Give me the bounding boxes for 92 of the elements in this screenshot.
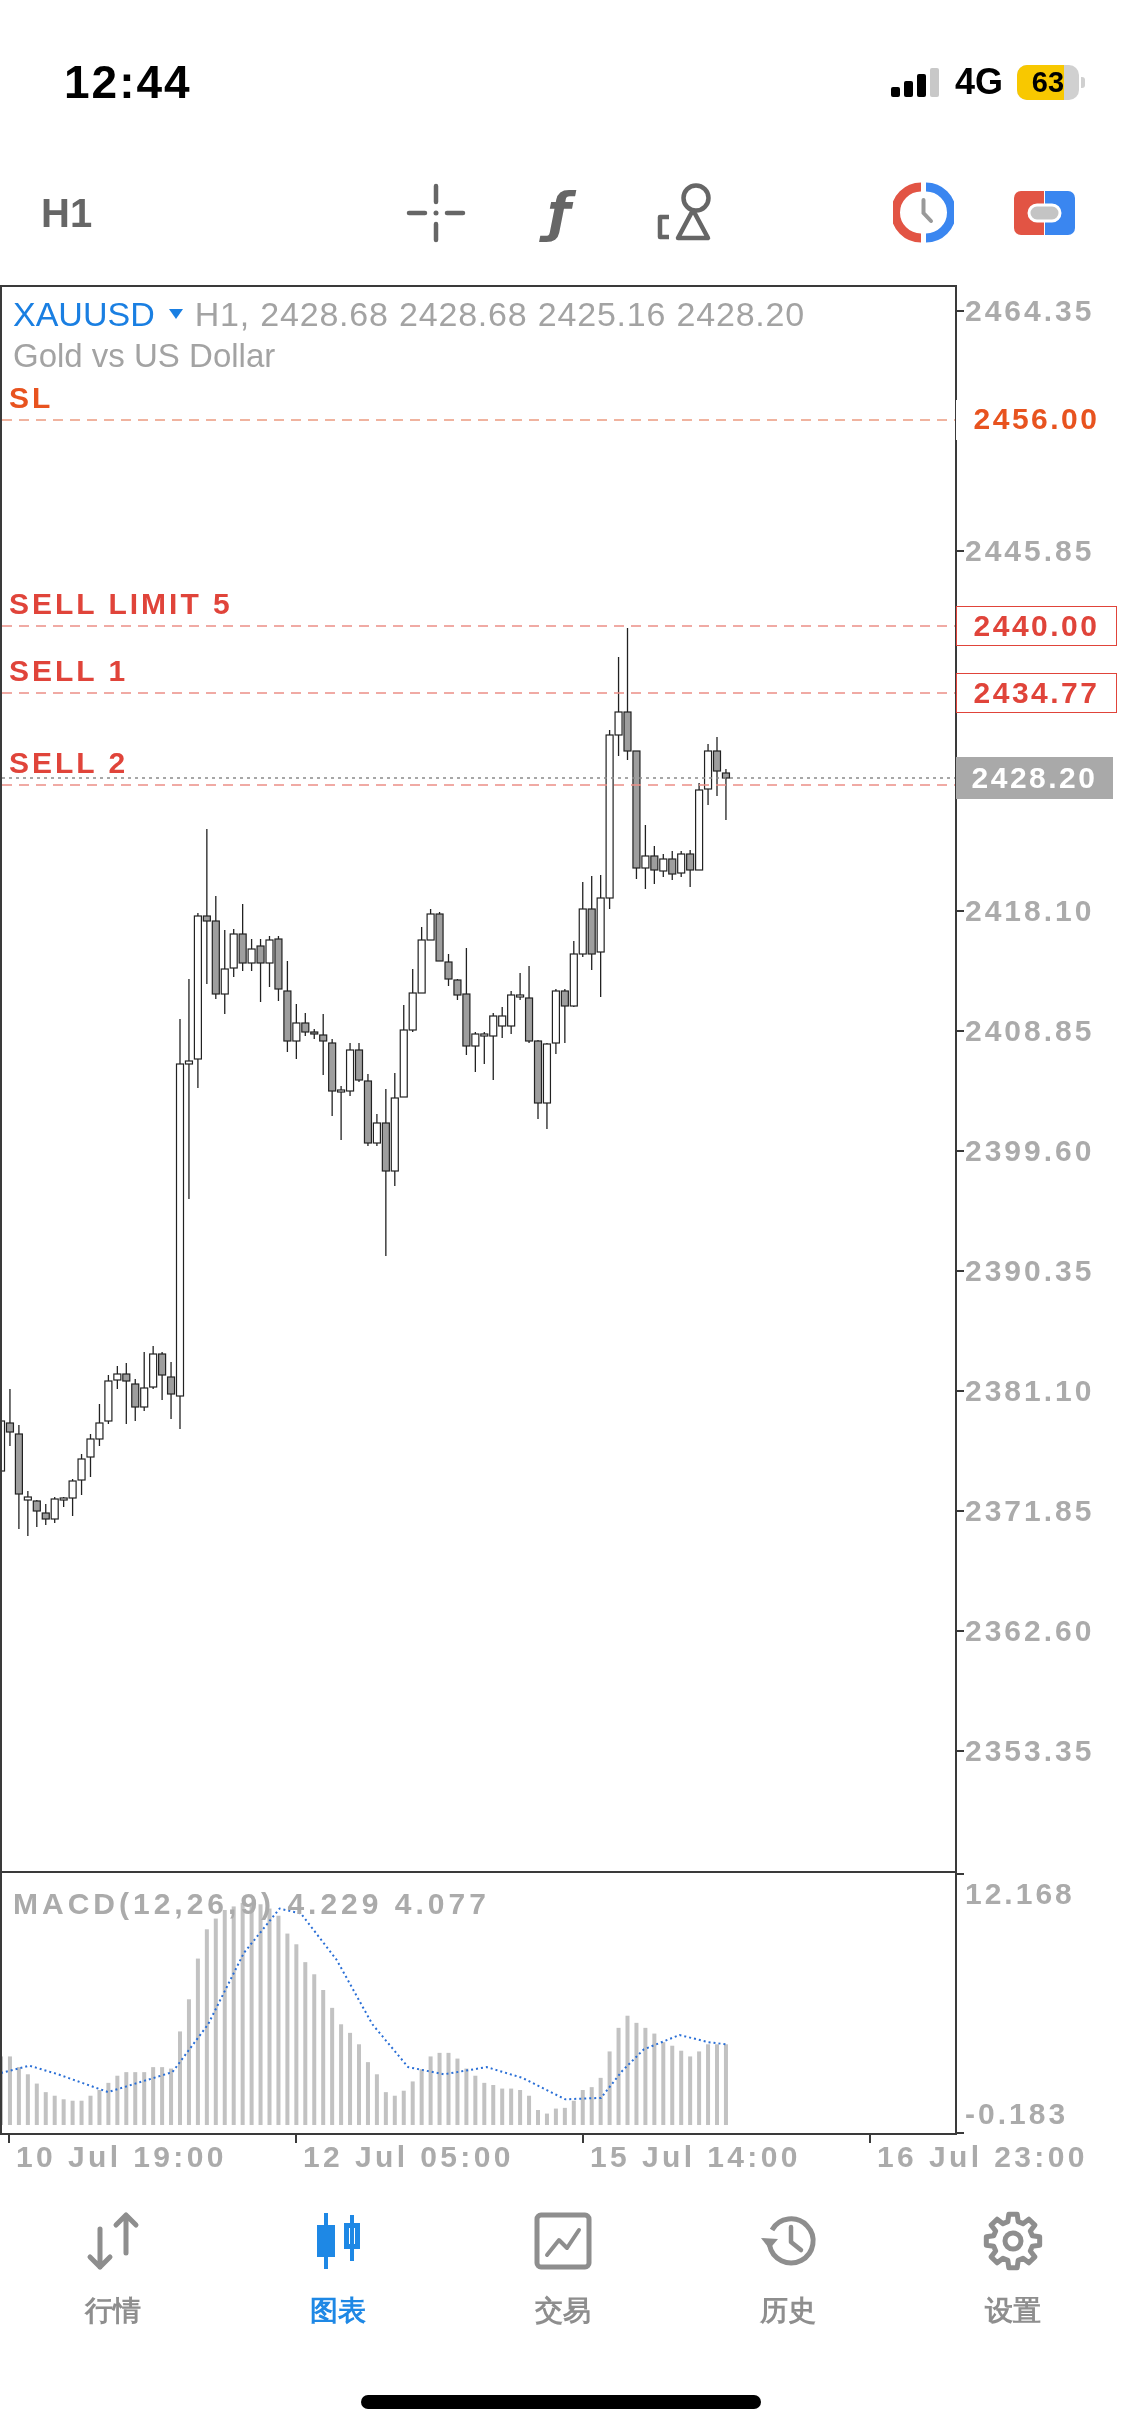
order-label: SELL 1: [9, 653, 129, 689]
price-label: 2464.35: [965, 293, 1095, 329]
price-label: 2418.10: [965, 893, 1095, 929]
histogram-bar: [464, 2068, 469, 2125]
histogram-bar: [518, 2090, 523, 2125]
switch-icon[interactable]: [1014, 190, 1075, 235]
crosshair-icon[interactable]: [406, 182, 466, 243]
indicator-scale-label: -0.183: [965, 2096, 1069, 2132]
histogram-bar: [52, 2095, 57, 2125]
histogram-bar: [61, 2099, 66, 2125]
histogram-bar: [88, 2095, 93, 2125]
histogram-bar: [151, 2067, 156, 2125]
time-label: 15 Jul 14:00: [590, 2140, 801, 2173]
histogram-bar: [410, 2081, 415, 2125]
price-label: 2390.35: [965, 1253, 1095, 1289]
histogram-bar: [169, 2068, 174, 2125]
tab[interactable]: 历史: [753, 2211, 822, 2329]
clock-icon[interactable]: [893, 182, 954, 243]
time-label: 16 Jul 23:00: [877, 2140, 1088, 2173]
order-line[interactable]: [2, 784, 955, 786]
histogram-bar: [527, 2095, 532, 2125]
network-type: 4G: [954, 61, 1003, 103]
histogram-bar: [97, 2090, 102, 2125]
histogram-bar: [7, 2056, 12, 2125]
settings-icon: [982, 2211, 1043, 2271]
price-tag: 2434.77: [956, 673, 1117, 713]
histogram-bar: [401, 2090, 406, 2125]
price-label: 2399.60: [965, 1133, 1095, 1169]
histogram-bar: [365, 2062, 370, 2125]
symbol-description: Gold vs US Dollar: [13, 336, 276, 376]
order-line[interactable]: [2, 625, 955, 627]
histogram-bar: [455, 2058, 460, 2125]
signal-icon: [890, 67, 941, 97]
histogram-bar: [580, 2090, 585, 2125]
histogram-bar: [536, 2110, 540, 2125]
histogram-bar: [688, 2056, 693, 2125]
histogram-bar: [16, 2067, 21, 2125]
histogram-bar: [133, 2072, 138, 2125]
histogram-bar: [142, 2072, 147, 2125]
timeframe-button[interactable]: H1: [41, 187, 95, 238]
battery-percent: 63: [1031, 65, 1065, 99]
histogram-bar: [392, 2095, 397, 2125]
tab[interactable]: 交易: [528, 2211, 597, 2329]
histogram-bar: [419, 2069, 424, 2125]
histogram-bar: [34, 2083, 39, 2125]
histogram-bar: [106, 2082, 111, 2125]
histogram-bar: [598, 2077, 603, 2125]
tab[interactable]: 图表: [303, 2211, 372, 2329]
bid-price-tag: 2428.20: [956, 757, 1113, 799]
histogram-bar: [124, 2072, 129, 2125]
line-chart-icon: [532, 2211, 593, 2271]
histogram-bar: [500, 2088, 505, 2125]
tab[interactable]: 行情: [78, 2211, 147, 2329]
function-button[interactable]: ƒ: [529, 181, 589, 244]
histogram-bar: [509, 2088, 514, 2125]
histogram-bar: [482, 2082, 487, 2125]
price-tag: 2440.00: [956, 606, 1117, 646]
price-label: 2371.85: [965, 1493, 1095, 1529]
histogram-bar: [383, 2092, 388, 2125]
price-label: 2445.85: [965, 533, 1095, 569]
histogram-bar: [589, 2087, 594, 2125]
histogram-bar: [473, 2075, 478, 2125]
histogram-bar: [25, 2074, 30, 2125]
histogram-bar: [544, 2113, 549, 2125]
caret-icon[interactable]: [168, 309, 183, 319]
order-label: SELL 2: [9, 745, 129, 781]
histogram-bar: [562, 2107, 567, 2125]
histogram-bar: [571, 2100, 576, 2125]
price-label: 2362.60: [965, 1613, 1095, 1649]
histogram-bar: [374, 2074, 379, 2125]
time-label: 10 Jul 19:00: [16, 2140, 227, 2173]
price-label: 2381.10: [965, 1373, 1095, 1409]
indicator-scale-label: 12.168: [965, 1876, 1075, 1912]
order-label: SL: [9, 380, 54, 416]
order-line[interactable]: [2, 692, 955, 694]
order-label: SELL LIMIT 5: [9, 586, 233, 622]
indicator-label: MACD(12,26,9) 4.229 4.077: [13, 1886, 490, 1922]
tab[interactable]: 设置: [978, 2211, 1047, 2329]
histogram-bar: [428, 2056, 433, 2125]
histogram-bar: [491, 2085, 496, 2125]
histogram-bar: [70, 2100, 75, 2125]
price-label: 2408.85: [965, 1013, 1095, 1049]
price-label: 2353.35: [965, 1733, 1095, 1769]
histogram-bar: [43, 2092, 48, 2125]
histogram-bar: [160, 2067, 165, 2125]
histogram-bar: [553, 2108, 558, 2125]
time-label: 12 Jul 05:00: [303, 2140, 514, 2173]
status-time: 12:44: [64, 55, 192, 110]
ohlc-values: H1, 2428.68 2428.68 2425.16 2428.20: [194, 294, 805, 335]
histogram-bar: [79, 2100, 84, 2125]
symbol-name[interactable]: XAUUSD: [13, 293, 155, 335]
histogram-bar: [115, 2075, 120, 2125]
